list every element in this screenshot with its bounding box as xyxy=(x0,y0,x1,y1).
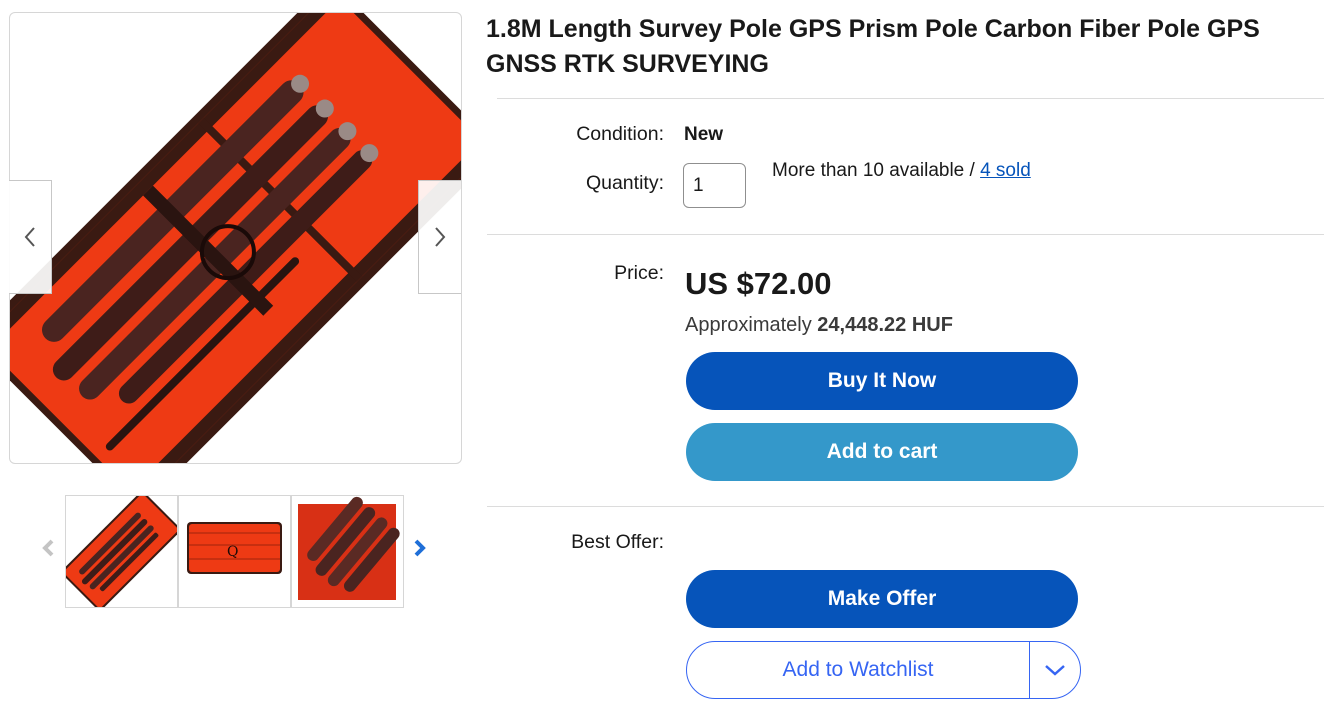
thumbnail-1[interactable] xyxy=(65,495,178,608)
next-image-button[interactable] xyxy=(418,180,461,294)
listing-title: 1.8M Length Survey Pole GPS Prism Pole C… xyxy=(486,15,1260,78)
availability-label: More than 10 available / xyxy=(772,160,981,181)
make-offer-button[interactable]: Make Offer xyxy=(686,570,1078,628)
price-label: Price: xyxy=(614,262,664,284)
chevron-right-icon xyxy=(435,227,446,247)
thumbnail-2[interactable]: Q xyxy=(178,495,291,608)
thumbnail-image xyxy=(66,496,177,607)
thumbnail-3[interactable] xyxy=(291,495,404,608)
add-to-cart-button[interactable]: Add to cart xyxy=(686,423,1078,481)
svg-text:Q: Q xyxy=(227,544,238,560)
sold-count-link[interactable]: 4 sold xyxy=(980,160,1031,181)
thumbnail-image: Q xyxy=(187,522,282,574)
quantity-input[interactable] xyxy=(683,163,746,208)
buy-it-now-button[interactable]: Buy It Now xyxy=(686,352,1078,410)
divider xyxy=(487,234,1324,235)
condition-value: New xyxy=(684,124,724,145)
thumbnail-strip: Q xyxy=(65,495,404,608)
approx-value: 24,448.22 HUF xyxy=(817,314,953,336)
approx-price: Approximately 24,448.22 HUF xyxy=(685,314,953,337)
price-value: US $72.00 xyxy=(685,266,832,301)
watchlist-dropdown-button[interactable] xyxy=(1029,642,1080,698)
product-photo xyxy=(10,13,461,463)
condition-label: Condition: xyxy=(576,123,664,145)
availability-text: More than 10 available / 4 sold xyxy=(772,160,1031,182)
thumbnails-prev-icon[interactable] xyxy=(41,538,55,558)
approx-prefix: Approximately xyxy=(685,314,818,336)
watchlist-control: Add to Watchlist xyxy=(686,641,1081,699)
best-offer-label: Best Offer: xyxy=(571,531,664,553)
chevron-down-icon xyxy=(1045,665,1065,676)
previous-image-button[interactable] xyxy=(9,180,52,294)
add-to-watchlist-button[interactable]: Add to Watchlist xyxy=(687,642,1029,698)
thumbnail-image xyxy=(298,496,400,600)
divider xyxy=(497,98,1324,99)
thumbnails-next-icon[interactable] xyxy=(413,538,427,558)
divider xyxy=(487,506,1324,507)
main-product-image[interactable] xyxy=(9,12,462,464)
chevron-left-icon xyxy=(24,227,35,247)
quantity-label: Quantity: xyxy=(585,172,664,194)
